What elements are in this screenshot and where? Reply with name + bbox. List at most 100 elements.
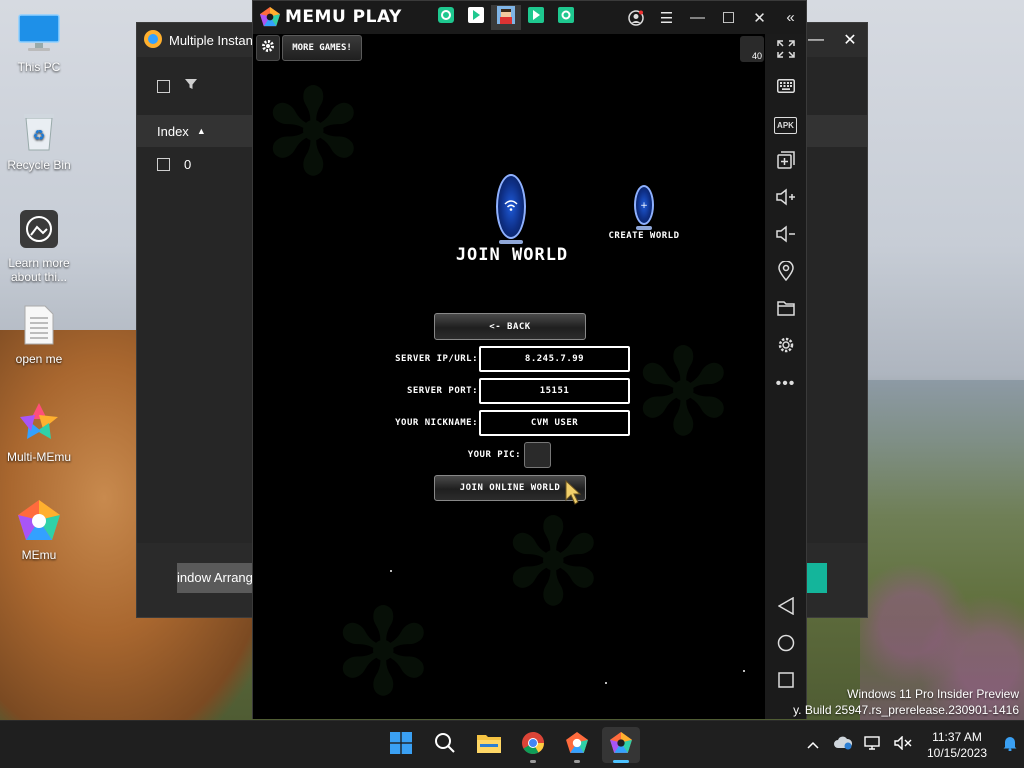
background-leaf: ✻ [503,494,604,633]
portal-base [636,226,652,230]
settings-button[interactable] [765,332,806,362]
desktop-icon-label: Multi-MEmu [6,450,71,464]
collapse-sidebar-icon[interactable]: « [775,1,806,34]
join-portal-icon [496,174,526,239]
tab-app-2[interactable] [461,5,491,30]
play-store-icon [528,7,544,28]
watermark-build: y. Build 25947.rs_prerelease.230901-1416 [793,703,1019,717]
volume-up-button[interactable] [765,184,806,214]
desktop-icon-memu[interactable]: MEmu [0,498,78,562]
account-icon[interactable] [620,1,651,34]
portal-base [499,240,523,244]
server-port-input[interactable]: 15151 [479,378,630,404]
desktop-icon-open-me[interactable]: open me [0,302,78,366]
tab-app-3[interactable] [491,5,521,30]
show-hidden-icons-button[interactable] [798,721,828,768]
background-leaf: ✻ [333,584,434,719]
bell-icon [1002,735,1018,756]
running-indicator [613,760,629,763]
desktop-icon-multi-memu[interactable]: Multi-MEmu [0,400,78,464]
action-button[interactable] [805,563,827,593]
file-explorer-button[interactable] [470,727,508,763]
taskbar-clock[interactable]: 11:37 AM 10/15/2023 [918,729,996,761]
background-leaf: ✻ [633,324,734,463]
keyboard-icon [776,78,795,98]
desktop-icon-label: Learn more about thi... [8,256,70,284]
tab-app-5[interactable] [551,5,581,30]
memu-sidebar: APK ••• [765,34,806,719]
settings-icon [777,336,795,359]
add-instance-button[interactable] [765,147,806,177]
close-button[interactable]: ✕ [833,23,867,57]
android-back-button[interactable] [765,593,806,623]
desktop-icon-label: MEmu [21,548,57,562]
taskbar-apps [382,727,640,763]
multi-memu-icon [16,400,62,446]
start-button[interactable] [382,727,420,763]
your-pic-button[interactable] [524,442,551,468]
apk-button[interactable]: APK [765,110,806,140]
game-settings-button[interactable] [256,35,280,61]
folder-button[interactable] [765,295,806,325]
desktop-icon-learn-more[interactable]: Learn more about thi... [0,206,78,284]
chrome-button[interactable] [514,727,552,763]
fullscreen-button[interactable] [765,36,806,66]
android-home-button[interactable] [765,630,806,660]
row-index: 0 [184,156,192,172]
memu-window: MEMU PLAY ☰ — ☐ ✕ « ✻ ✻ ✻ ✻ MORE GAMES! … [252,0,807,719]
server-port-label: SERVER PORT: [406,386,478,396]
volume-button[interactable] [888,721,918,768]
keyboard-button[interactable] [765,73,806,103]
desktop-icon-this-pc[interactable]: This PC [0,10,78,74]
android-screen: ✻ ✻ ✻ ✻ MORE GAMES! 40 JOIN WORLD + CREA… [253,34,765,719]
volume-muted-icon [894,734,912,755]
more-button[interactable]: ••• [765,369,806,399]
column-index[interactable]: Index [157,124,189,139]
menu-icon[interactable]: ☰ [651,1,682,34]
desktop-icon-recycle-bin[interactable]: ♻ Recycle Bin [0,108,78,172]
apk-icon: APK [774,116,797,134]
memu-icon [16,498,62,544]
location-button[interactable] [765,258,806,288]
your-pic-label: YOUR PIC: [467,450,521,460]
display-button[interactable] [858,721,888,768]
running-indicator [574,760,580,763]
memu-brand: MEMU PLAY [285,7,402,27]
file-explorer-icon [476,732,502,759]
monitor-icon [864,735,882,755]
row-checkbox[interactable] [157,157,170,171]
chrome-icon [521,731,545,760]
tab-app-4[interactable] [521,5,551,30]
server-ip-label: SERVER IP/URL: [395,354,478,364]
close-icon[interactable]: ✕ [744,1,775,34]
sort-up-icon: ▲ [196,126,206,136]
notifications-button[interactable] [996,721,1024,768]
more-games-button[interactable]: MORE GAMES! [282,35,362,61]
volume-down-button[interactable] [765,221,806,251]
memu-title-controls: ☰ — ☐ ✕ « [620,1,806,34]
more-icon: ••• [775,375,796,392]
memu-icon [609,731,633,760]
back-button[interactable]: <- BACK [434,313,586,340]
join-world-label: JOIN WORLD [455,245,569,265]
minimize-icon[interactable]: — [682,1,713,34]
fullscreen-icon [776,39,795,63]
search-button[interactable] [426,727,464,763]
recents-icon [777,671,794,693]
tab-app-1[interactable] [431,5,461,30]
memu-taskbar-button[interactable] [602,727,640,763]
network-status-button[interactable] [828,721,858,768]
filter-icon[interactable] [184,77,198,96]
folder-icon [776,300,795,321]
create-portal-icon: + [634,185,654,225]
desktop-icon-label: Recycle Bin [7,158,71,172]
search-icon [434,732,456,759]
maximize-icon[interactable]: ☐ [713,1,744,34]
select-all-checkbox[interactable] [157,79,170,93]
join-online-world-button[interactable]: JOIN ONLINE WORLD [434,475,586,501]
home-icon [777,634,795,657]
multi-memu-taskbar-button[interactable] [558,727,596,763]
start-icon [390,731,412,759]
nickname-input[interactable]: CVM USER [479,410,630,436]
server-ip-input[interactable]: 8.245.7.99 [479,346,630,372]
